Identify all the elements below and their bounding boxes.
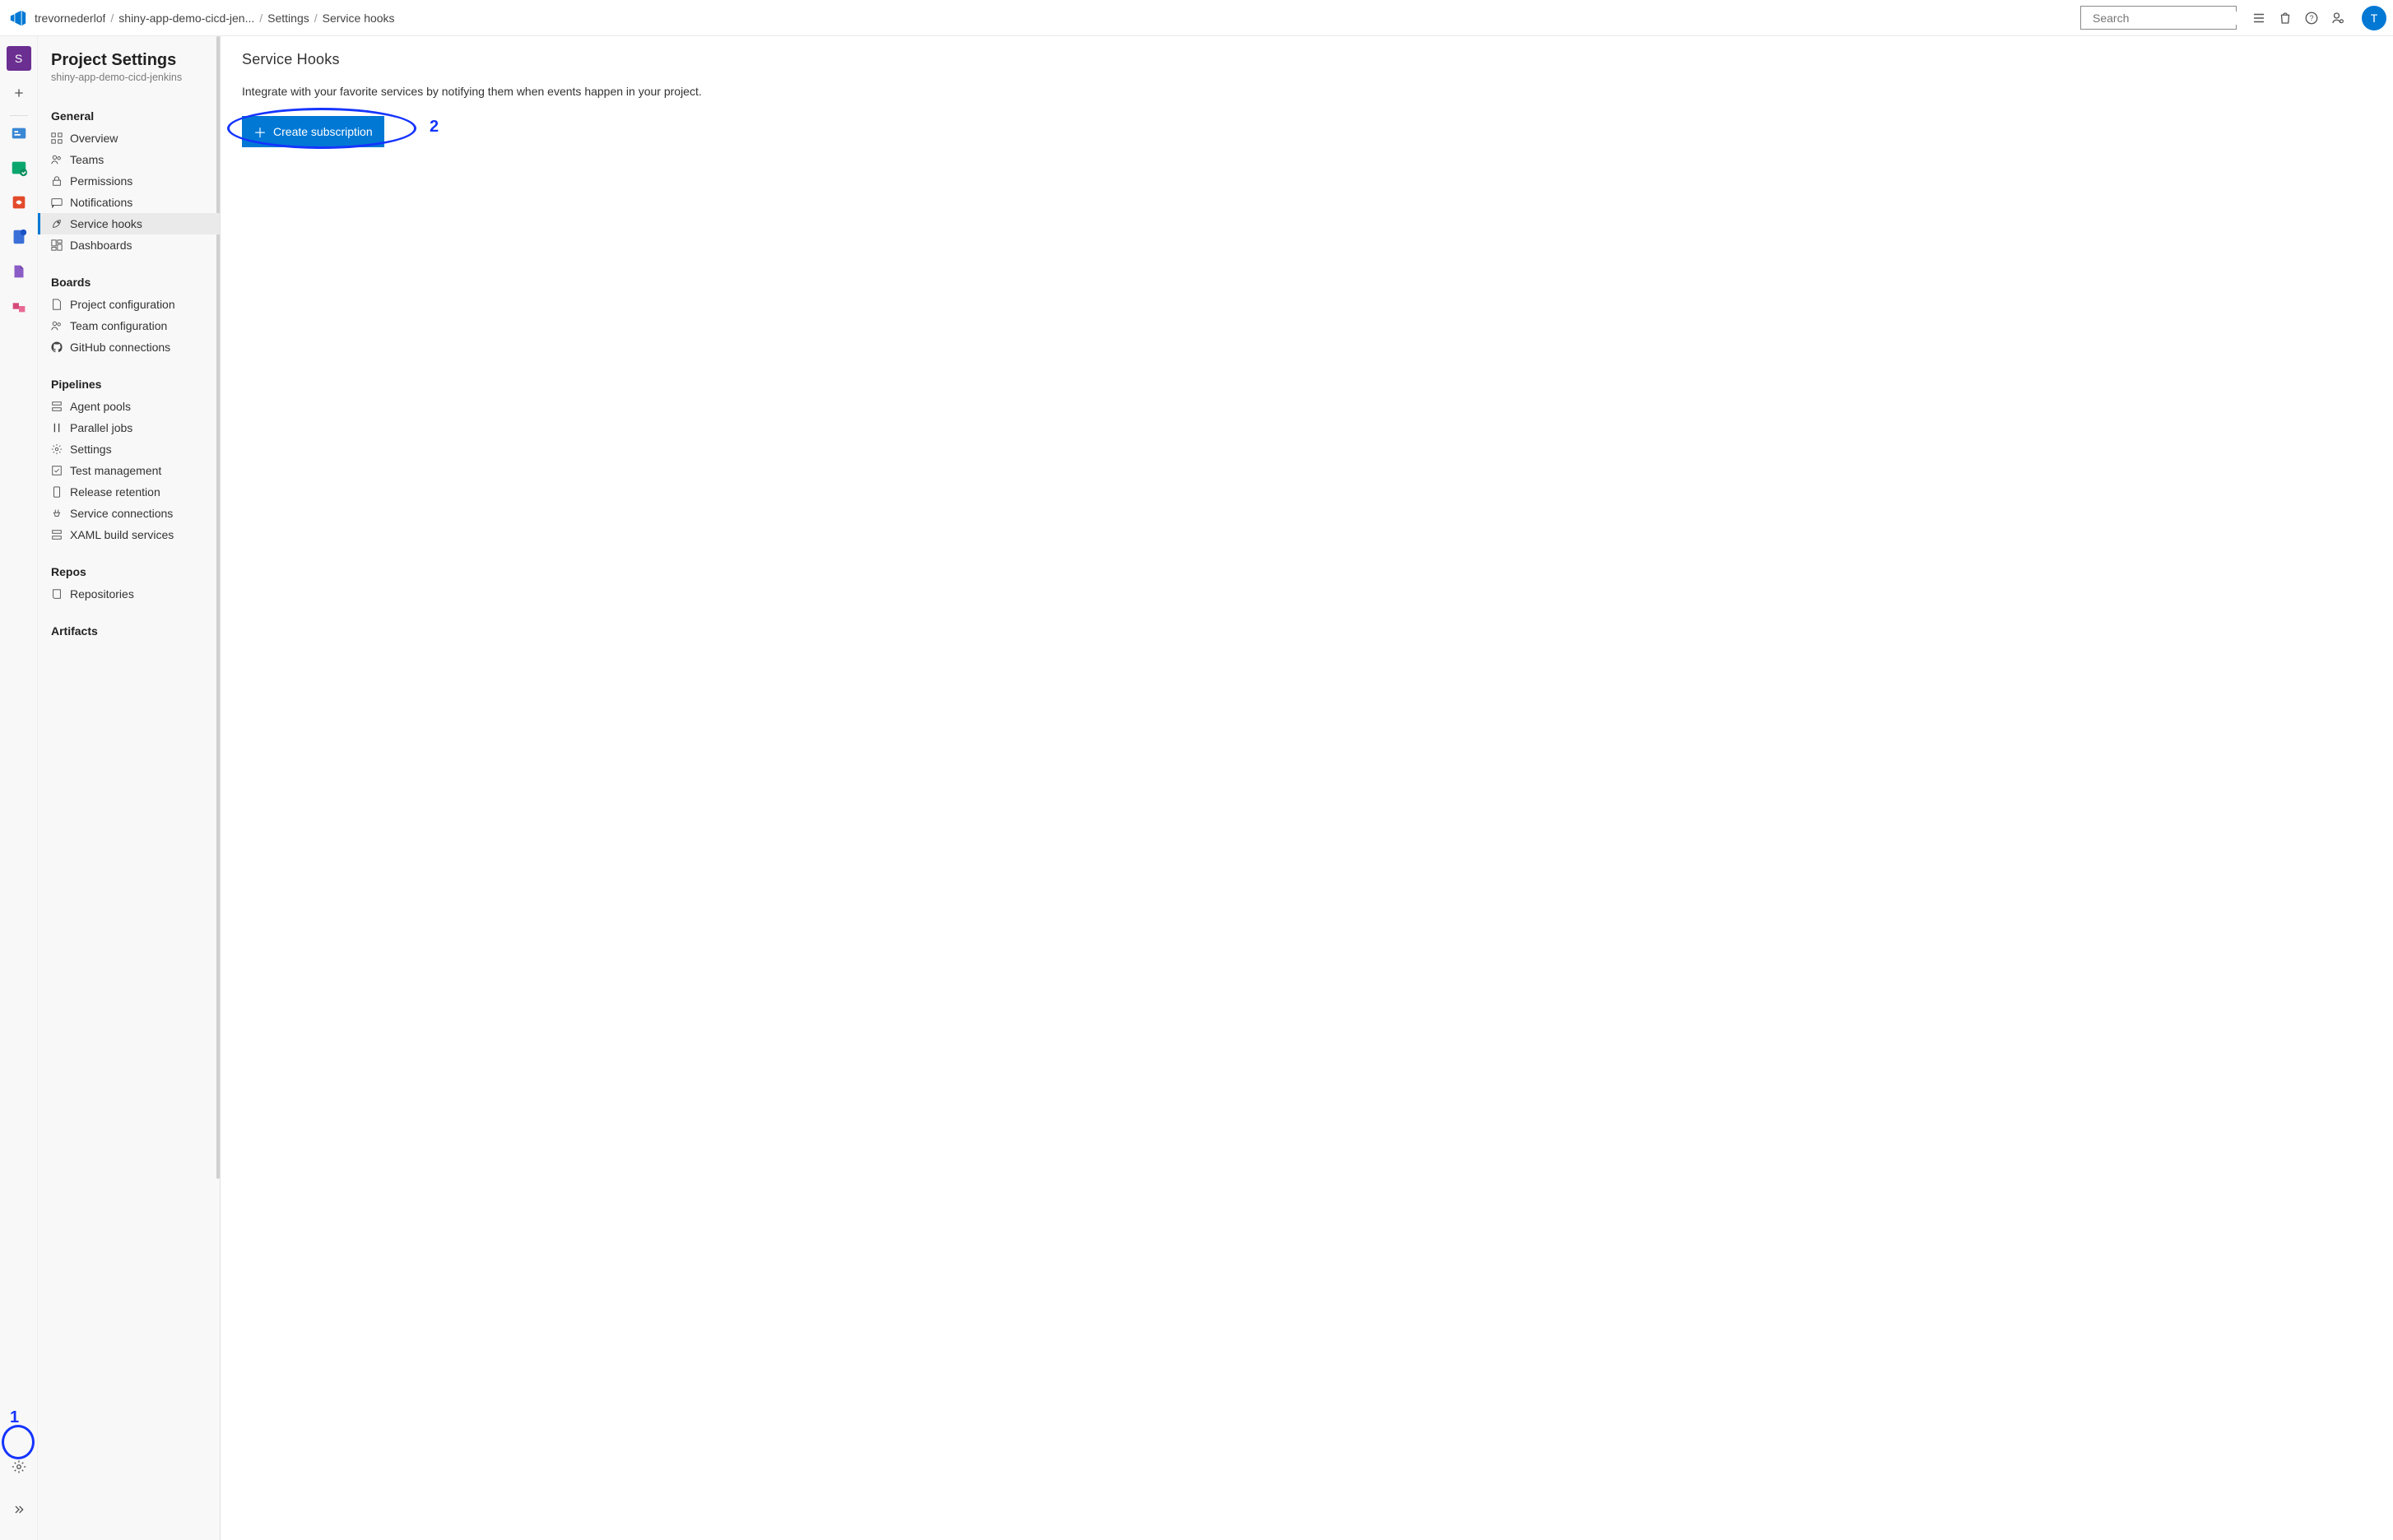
page-description: Integrate with your favorite services by… [242, 85, 2372, 98]
project-settings-gear-icon[interactable] [7, 1454, 31, 1479]
breadcrumb-separator: / [314, 12, 318, 25]
page-title: Service Hooks [242, 51, 2372, 68]
top-header: trevornederlof / shiny-app-demo-cicd-jen… [0, 0, 2393, 36]
nav-dashboards[interactable]: Dashboards [38, 234, 220, 256]
server-icon [51, 401, 63, 412]
project-tile-icon[interactable]: S [7, 46, 31, 71]
nav-overview[interactable]: Overview [38, 128, 220, 149]
github-icon [51, 341, 63, 353]
message-icon [51, 197, 63, 208]
nav-parallel-jobs[interactable]: Parallel jobs [38, 417, 220, 438]
section-header-general: General [38, 106, 220, 128]
breadcrumb-project[interactable]: shiny-app-demo-cicd-jen... [118, 12, 254, 25]
nav-label: GitHub connections [70, 341, 170, 354]
user-settings-icon[interactable] [2330, 11, 2345, 26]
book-icon [51, 588, 63, 600]
section-header-repos: Repos [38, 562, 220, 583]
shopping-bag-icon[interactable] [2278, 11, 2293, 26]
breadcrumb-separator: / [110, 12, 114, 25]
nav-service-connections[interactable]: Service connections [38, 503, 220, 524]
nav-label: Teams [70, 153, 104, 166]
nav-label: Service hooks [70, 217, 142, 230]
nav-notifications[interactable]: Notifications [38, 192, 220, 213]
annotation-label-2: 2 [430, 118, 439, 137]
breadcrumb: trevornederlof / shiny-app-demo-cicd-jen… [35, 12, 395, 25]
grid-icon [51, 132, 63, 144]
nav-label: Parallel jobs [70, 421, 132, 434]
svg-text:?: ? [2309, 14, 2313, 22]
create-subscription-button[interactable]: ＋ Create subscription [242, 116, 384, 147]
repos-rail-icon[interactable] [7, 155, 31, 180]
file-icon [51, 299, 63, 310]
lock-icon [51, 175, 63, 187]
help-icon[interactable]: ? [2304, 11, 2319, 26]
nav-repositories[interactable]: Repositories [38, 583, 220, 605]
artifacts-rail-icon[interactable] [7, 259, 31, 284]
nav-label: Permissions [70, 174, 132, 188]
server-icon [51, 529, 63, 540]
search-input[interactable] [2093, 12, 2242, 25]
nav-label: Agent pools [70, 400, 131, 413]
nav-label: Service connections [70, 507, 173, 520]
nav-label: Project configuration [70, 298, 175, 311]
section-header-artifacts: Artifacts [38, 621, 220, 642]
left-nav-rail: S 1 [0, 36, 38, 1540]
add-icon[interactable] [7, 81, 31, 105]
nav-label: Overview [70, 132, 118, 145]
nav-label: Repositories [70, 587, 134, 601]
breadcrumb-org[interactable]: trevornederlof [35, 12, 105, 25]
nav-project-config[interactable]: Project configuration [38, 294, 220, 315]
breadcrumb-settings[interactable]: Settings [267, 12, 309, 25]
testplans-rail-icon[interactable] [7, 225, 31, 249]
nav-pipeline-settings[interactable]: Settings [38, 438, 220, 460]
pipelines-rail-icon[interactable] [7, 190, 31, 215]
plug-icon [51, 508, 63, 519]
sidebar-title: Project Settings [51, 51, 207, 70]
list-icon[interactable] [2251, 11, 2266, 26]
people-icon [51, 320, 63, 332]
nav-label: Test management [70, 464, 161, 477]
nav-permissions[interactable]: Permissions [38, 170, 220, 192]
avatar[interactable]: T [2362, 6, 2386, 30]
breadcrumb-servicehooks[interactable]: Service hooks [323, 12, 395, 25]
section-header-boards: Boards [38, 272, 220, 294]
nav-agent-pools[interactable]: Agent pools [38, 396, 220, 417]
dashboard-icon [51, 239, 63, 251]
nav-xaml-build[interactable]: XAML build services [38, 524, 220, 545]
top-icon-group: ? T [2251, 6, 2386, 30]
nav-teams[interactable]: Teams [38, 149, 220, 170]
main-content: Service Hooks Integrate with your favori… [221, 36, 2393, 1540]
nav-label: Notifications [70, 196, 132, 209]
packages-rail-icon[interactable] [7, 294, 31, 318]
gear-icon [51, 443, 63, 455]
create-subscription-label: Create subscription [273, 125, 373, 138]
test-icon [51, 465, 63, 476]
nav-release-retention[interactable]: Release retention [38, 481, 220, 503]
nav-team-config[interactable]: Team configuration [38, 315, 220, 336]
nav-test-management[interactable]: Test management [38, 460, 220, 481]
nav-label: Settings [70, 443, 112, 456]
nav-label: Team configuration [70, 319, 167, 332]
plus-icon: ＋ [253, 122, 267, 141]
sidebar-subtitle: shiny-app-demo-cicd-jenkins [51, 72, 207, 83]
boards-icon[interactable] [7, 121, 31, 146]
phone-icon [51, 486, 63, 498]
search-box[interactable] [2080, 6, 2237, 30]
nav-label: XAML build services [70, 528, 174, 541]
parallel-icon [51, 422, 63, 434]
nav-service-hooks[interactable]: Service hooks [38, 213, 220, 234]
nav-label: Dashboards [70, 239, 132, 252]
expand-rail-icon[interactable] [7, 1497, 31, 1522]
people-icon [51, 154, 63, 165]
azure-devops-logo-icon[interactable] [7, 7, 30, 30]
rocket-icon [51, 218, 63, 230]
nav-github-connections[interactable]: GitHub connections [38, 336, 220, 358]
annotation-label-1: 1 [10, 1408, 19, 1427]
settings-sidebar: Project Settings shiny-app-demo-cicd-jen… [38, 36, 221, 1540]
nav-label: Release retention [70, 485, 160, 499]
breadcrumb-separator: / [259, 12, 263, 25]
section-header-pipelines: Pipelines [38, 374, 220, 396]
